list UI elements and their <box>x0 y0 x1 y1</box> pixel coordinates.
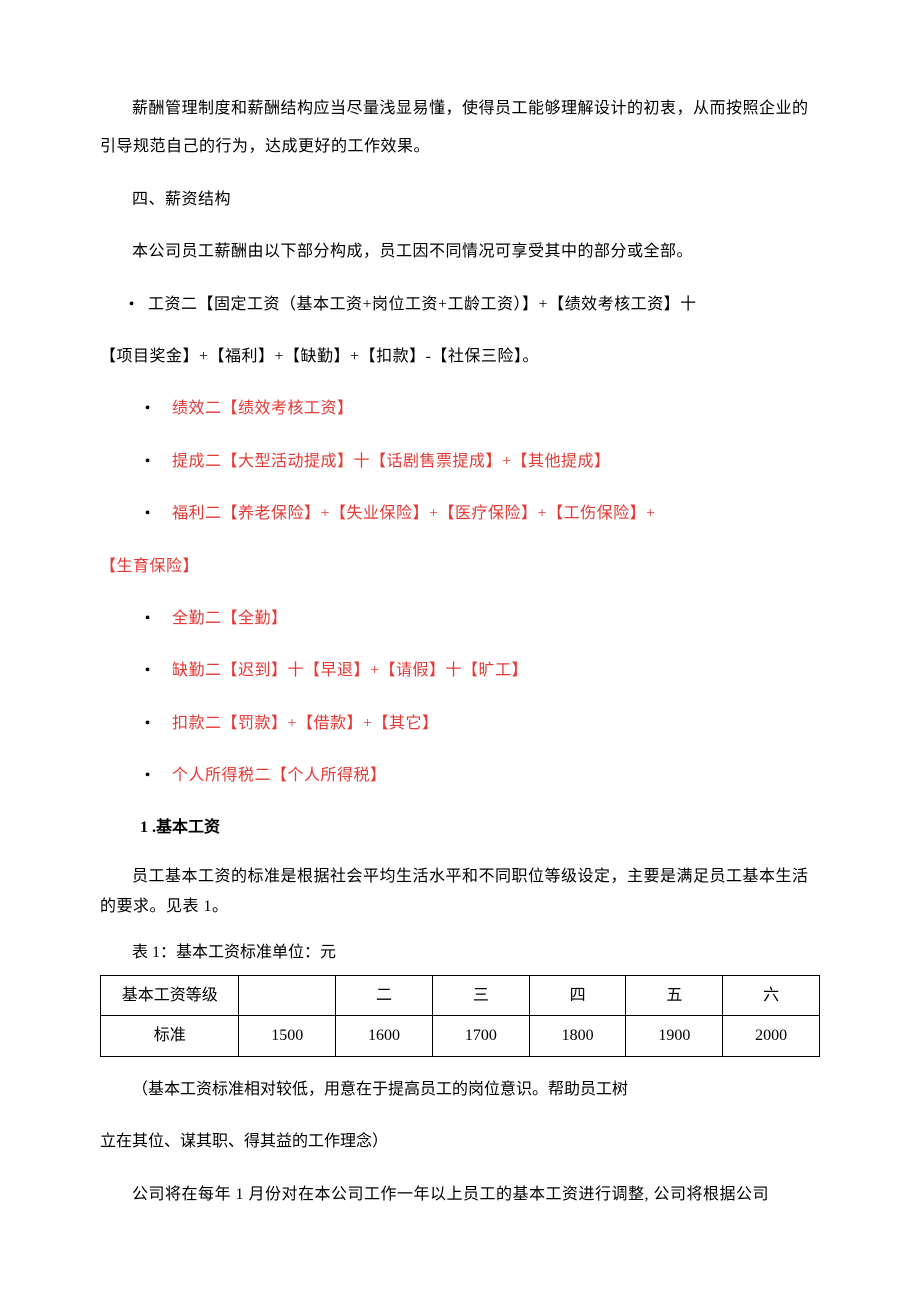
salary-bullet: • 工资二【固定工资（基本工资+岗位工资+工龄工资）】+【绩效考核工资】十 <box>100 286 820 324</box>
bullet-dot-icon: • <box>145 757 151 795</box>
welfare-bullet-text: 福利二【养老保险】+【失业保险】+【医疗保险】+【工伤保险】+ <box>172 505 656 522</box>
table-cell: 1600 <box>336 1016 433 1057</box>
bullet-dot-icon: • <box>145 495 151 533</box>
table-cell <box>239 975 336 1016</box>
table-1-caption: 表 1：基本工资标准单位：元 <box>100 937 820 969</box>
bullet-dot-icon: • <box>145 390 151 428</box>
tax-bullet-text: 个人所得税二【个人所得税】 <box>172 767 387 784</box>
document-page: 薪酬管理制度和薪酬结构应当尽量浅显易懂，使得员工能够理解设计的初衷，从而按照企业… <box>0 0 920 1301</box>
table-row: 基本工资等级 二 三 四 五 六 <box>101 975 820 1016</box>
deduction-bullet-text: 扣款二【罚款】+【借款】+【其它】 <box>172 715 439 732</box>
table-cell: 三 <box>432 975 529 1016</box>
deduction-bullet: • 扣款二【罚款】+【借款】+【其它】 <box>100 705 820 743</box>
salary-bullet-text: 工资二【固定工资（基本工资+岗位工资+工龄工资）】+【绩效考核工资】十 <box>148 296 697 313</box>
table-cell: 二 <box>336 975 433 1016</box>
table-cell: 1700 <box>432 1016 529 1057</box>
table-cell: 1800 <box>529 1016 626 1057</box>
table-cell: 四 <box>529 975 626 1016</box>
bullet-dot-icon: • <box>145 600 151 638</box>
absence-bullet-text: 缺勤二【迟到】十【早退】+【请假】十【旷工】 <box>172 662 528 679</box>
bullet-dot-icon: • <box>145 652 151 690</box>
subsection-1-heading: 1 .基本工资 <box>100 809 820 847</box>
table-cell: 六 <box>723 975 820 1016</box>
performance-bullet: • 绩效二【绩效考核工资】 <box>100 390 820 428</box>
section-heading-4: 四、薪资结构 <box>100 181 820 219</box>
salary-bullet-cont: 【项目奖金】+【福利】+【缺勤】+【扣款】-【社保三险】。 <box>100 338 820 376</box>
table-cell: 基本工资等级 <box>101 975 239 1016</box>
note-line-2: 立在其位、谋其职、得其益的工作理念） <box>100 1123 820 1161</box>
structure-intro: 本公司员工薪酬由以下部分构成，员工因不同情况可享受其中的部分或全部。 <box>100 233 820 271</box>
tax-bullet: • 个人所得税二【个人所得税】 <box>100 757 820 795</box>
table-cell: 2000 <box>723 1016 820 1057</box>
commission-bullet: • 提成二【大型活动提成】十【话剧售票提成】+【其他提成】 <box>100 443 820 481</box>
full-attendance-text: 全勤二【全勤】 <box>172 610 288 627</box>
bullet-dot-icon: • <box>145 705 151 743</box>
basic-salary-paragraph: 员工基本工资的标准是根据社会平均生活水平和不同职位等级设定，主要是满足员工基本生… <box>100 862 820 923</box>
adjustment-paragraph: 公司将在每年 1 月份对在本公司工作一年以上员工的基本工资进行调整, 公司将根据… <box>100 1176 820 1214</box>
note-line-1: （基本工资标准相对较低，用意在于提高员工的岗位意识。帮助员工树 <box>100 1071 820 1109</box>
welfare-bullet: • 福利二【养老保险】+【失业保险】+【医疗保险】+【工伤保险】+ <box>100 495 820 533</box>
bullet-dot-icon: • <box>129 286 135 324</box>
absence-bullet: • 缺勤二【迟到】十【早退】+【请假】十【旷工】 <box>100 652 820 690</box>
commission-bullet-text: 提成二【大型活动提成】十【话剧售票提成】+【其他提成】 <box>172 453 611 470</box>
table-cell: 五 <box>626 975 723 1016</box>
performance-bullet-text: 绩效二【绩效考核工资】 <box>172 400 354 417</box>
full-attendance-bullet: • 全勤二【全勤】 <box>100 600 820 638</box>
table-cell: 1500 <box>239 1016 336 1057</box>
table-cell: 1900 <box>626 1016 723 1057</box>
table-cell: 标准 <box>101 1016 239 1057</box>
basic-salary-table: 基本工资等级 二 三 四 五 六 标准 1500 1600 1700 1800 … <box>100 975 820 1057</box>
welfare-bullet-cont: 【生育保险】 <box>100 548 820 586</box>
intro-paragraph: 薪酬管理制度和薪酬结构应当尽量浅显易懂，使得员工能够理解设计的初衷，从而按照企业… <box>100 90 820 167</box>
bullet-dot-icon: • <box>145 443 151 481</box>
table-row: 标准 1500 1600 1700 1800 1900 2000 <box>101 1016 820 1057</box>
